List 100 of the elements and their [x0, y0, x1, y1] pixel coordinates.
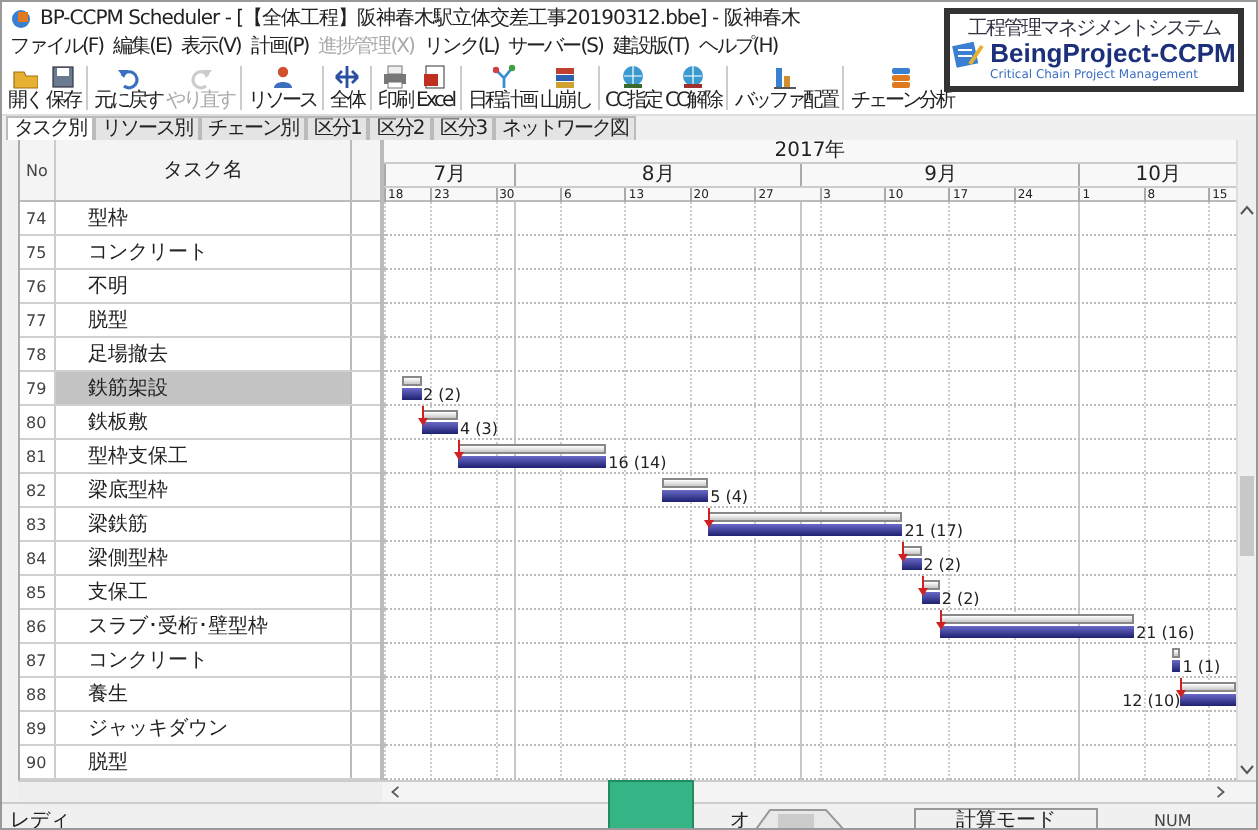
- planned-bar[interactable]: [1171, 648, 1181, 658]
- duration-label: 21 (17): [904, 522, 963, 540]
- toolbar-button[interactable]: バッファ配置: [732, 64, 839, 112]
- network-icon: [489, 64, 515, 90]
- scroll-down-icon[interactable]: [1240, 764, 1254, 776]
- task-name-cell[interactable]: 梁鉄筋: [56, 508, 352, 540]
- task-name-cell[interactable]: コンクリート: [56, 644, 352, 676]
- toolbar-button[interactable]: 日程計画: [466, 64, 538, 112]
- planned-bar[interactable]: [458, 444, 607, 454]
- scroll-right-icon[interactable]: [1214, 786, 1228, 798]
- logo-name: BeingProject-CCPM: [990, 40, 1236, 68]
- task-name-cell[interactable]: 脱型: [56, 304, 352, 336]
- task-name-cell[interactable]: 型枠: [56, 202, 352, 234]
- toolbar-button[interactable]: CC解除: [662, 64, 723, 112]
- undo-icon: [115, 64, 141, 90]
- task-name-cell[interactable]: 養生: [56, 678, 352, 710]
- task-name-cell[interactable]: 支保工: [56, 576, 352, 608]
- menu-item[interactable]: ファイル(F): [10, 36, 104, 60]
- row-number: 76: [20, 270, 56, 302]
- task-name-cell[interactable]: コンクリート: [56, 236, 352, 268]
- view-tab[interactable]: 区分3: [431, 116, 495, 140]
- planned-bar[interactable]: [708, 512, 903, 522]
- month-label: 9月: [800, 164, 1079, 186]
- month-label: 8月: [513, 164, 801, 186]
- task-name-cell[interactable]: 鉄板敷: [56, 406, 352, 438]
- menu-item[interactable]: ヘルプ(H): [698, 36, 778, 60]
- duration-label: 12 (10): [1122, 692, 1181, 710]
- toolbar-button[interactable]: リソース: [246, 64, 318, 112]
- scheduled-bar[interactable]: [921, 592, 940, 604]
- row-number: 75: [20, 236, 56, 268]
- menu-item[interactable]: リンク(L): [423, 36, 499, 60]
- status-text: オ: [730, 808, 750, 828]
- menu-item[interactable]: サーバー(S): [508, 36, 603, 60]
- toolbar-button[interactable]: 保存: [44, 64, 82, 112]
- view-tab[interactable]: ネットワーク図: [494, 116, 637, 140]
- scheduled-bar[interactable]: [421, 422, 459, 434]
- menu-item[interactable]: 計画(P): [250, 36, 309, 60]
- toolbar-button[interactable]: 全体: [328, 64, 366, 112]
- planned-bar[interactable]: [902, 546, 922, 556]
- task-name-cell[interactable]: 不明: [56, 270, 352, 302]
- view-tab[interactable]: チェーン別: [200, 116, 306, 140]
- person-icon: [269, 64, 295, 90]
- task-name-cell[interactable]: 型枠支保工: [56, 440, 352, 472]
- task-name-cell[interactable]: 足場撤去: [56, 338, 352, 370]
- scroll-up-icon[interactable]: [1240, 204, 1254, 216]
- toolbar-button[interactable]: 印刷: [376, 64, 414, 112]
- row-number: 89: [20, 712, 56, 744]
- planned-bar[interactable]: [402, 376, 421, 386]
- toolbar-button[interactable]: 元に戻す: [92, 64, 164, 112]
- toolbar-button[interactable]: 開く: [6, 64, 44, 112]
- row-number: 83: [20, 508, 56, 540]
- row-number: 84: [20, 542, 56, 574]
- toolbar-button[interactable]: 山崩し: [538, 64, 593, 112]
- toolbar-button[interactable]: CC指定: [603, 64, 663, 112]
- scrollbar-thumb[interactable]: [1240, 476, 1254, 556]
- scheduled-bar[interactable]: [661, 490, 709, 502]
- task-name-cell[interactable]: 鉄筋架設: [56, 372, 352, 404]
- planned-bar[interactable]: [939, 614, 1135, 624]
- task-name-cell[interactable]: スラブ･受桁･壁型枠: [56, 610, 352, 642]
- stack-icon: [552, 64, 579, 90]
- year-label: 2017年: [774, 140, 846, 162]
- row-number: 85: [20, 576, 56, 608]
- notebook-pencil-icon: [952, 40, 985, 68]
- menu-item[interactable]: 編集(E): [113, 36, 172, 60]
- chart-icon: [772, 64, 799, 90]
- logo-tagline: 工程管理マネジメントシステム: [968, 18, 1220, 40]
- view-tab[interactable]: リソース別: [94, 116, 200, 140]
- mode-indicator: 計算モード: [914, 807, 1098, 828]
- num-lock-indicator: NUM: [1154, 811, 1192, 828]
- task-name-cell[interactable]: 梁側型枠: [56, 542, 352, 574]
- duration-label: 4 (3): [460, 420, 498, 438]
- row-number: 82: [20, 474, 56, 506]
- view-tab[interactable]: 区分1: [306, 116, 369, 140]
- arrows-icon: [334, 64, 360, 90]
- duration-label: 2 (2): [423, 386, 461, 404]
- view-tab[interactable]: 区分2: [368, 116, 432, 140]
- task-name-cell[interactable]: 脱型: [56, 746, 352, 778]
- window-title: BP-CCPM Scheduler - [【全体工程】阪神春木駅立体交差工事20190312.bbe] - 阪神春木: [40, 5, 800, 32]
- row-number: 74: [20, 202, 56, 234]
- status-message: レディ: [10, 808, 72, 828]
- row-number: 88: [20, 678, 56, 710]
- column-header: タスク名: [56, 140, 352, 200]
- planned-bar[interactable]: [1180, 682, 1236, 692]
- scheduled-bar[interactable]: [1171, 660, 1181, 672]
- app-icon: [10, 7, 32, 29]
- column-header: No: [20, 140, 56, 200]
- scroll-left-icon[interactable]: [388, 786, 402, 798]
- duration-label: 1 (1): [1182, 658, 1221, 676]
- view-tab[interactable]: タスク別: [6, 116, 94, 140]
- task-name-cell[interactable]: ジャッキダウン: [56, 712, 352, 744]
- row-number: 80: [20, 406, 56, 438]
- redo-icon: [187, 64, 213, 90]
- row-number: 86: [20, 610, 56, 642]
- menu-item[interactable]: 表示(V): [181, 36, 241, 60]
- menu-item[interactable]: 建設版(T): [612, 36, 689, 60]
- toolbar-button[interactable]: Excel: [414, 64, 456, 112]
- task-name-cell[interactable]: 梁底型枠: [56, 474, 352, 506]
- row-number: 81: [20, 440, 56, 472]
- planned-bar[interactable]: [421, 410, 459, 420]
- month-label: 7月: [384, 164, 514, 186]
